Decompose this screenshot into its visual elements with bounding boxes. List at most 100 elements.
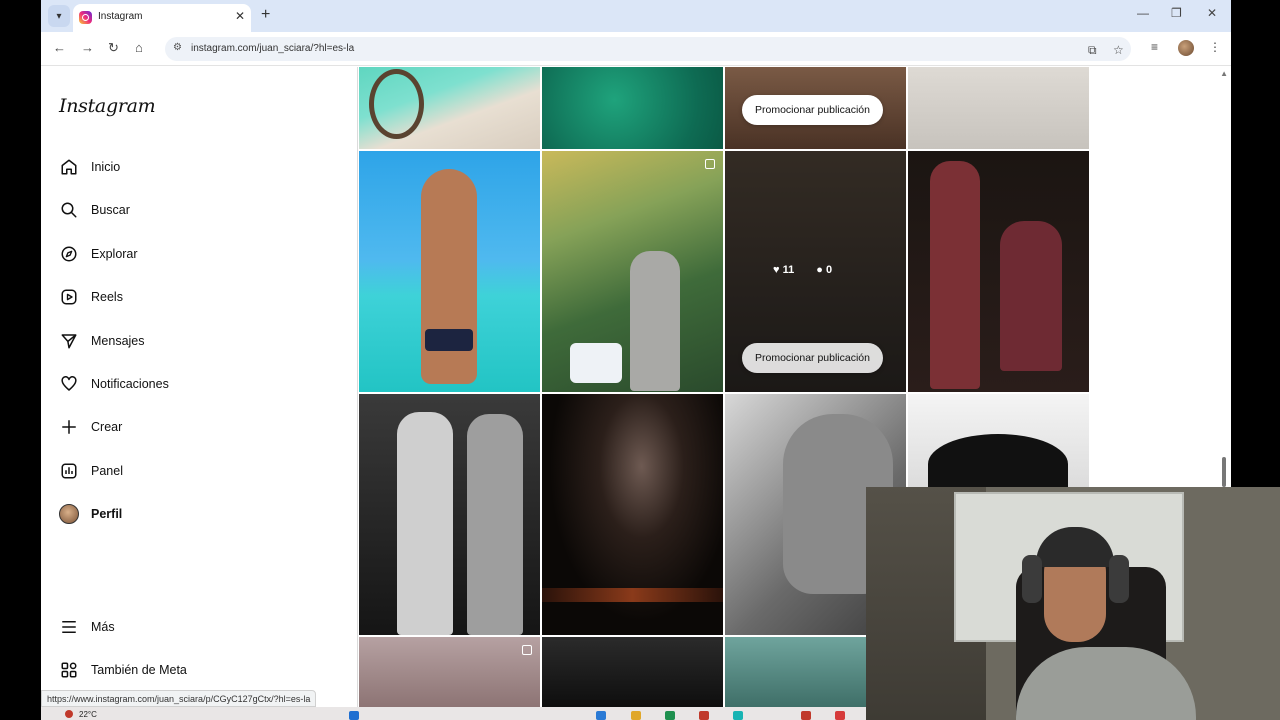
- restore-icon[interactable]: ❐: [1171, 6, 1182, 20]
- sidebar-item-panel[interactable]: Panel: [59, 456, 123, 486]
- instagram-favicon-icon: [79, 11, 92, 24]
- hair-shape: [928, 434, 1068, 488]
- address-bar[interactable]: ⚙ instagram.com/juan_sciara/?hl=es-la ⧉ …: [165, 37, 1131, 61]
- post-thumbnail[interactable]: [542, 394, 723, 635]
- webcam-headphone-left: [1022, 555, 1042, 603]
- post-thumbnail[interactable]: [359, 67, 540, 149]
- likes-count: 11: [782, 264, 795, 276]
- sidebar-item-inicio[interactable]: Inicio: [59, 152, 120, 182]
- browser-profile-avatar[interactable]: [1178, 40, 1194, 56]
- sidebar-item-reels[interactable]: Reels: [59, 282, 123, 312]
- site-info-icon[interactable]: ⚙: [173, 42, 182, 53]
- sidebar-item-crear[interactable]: Crear: [59, 412, 122, 442]
- scrollbar-thumb[interactable]: [1222, 457, 1226, 487]
- plus-icon: [59, 417, 79, 437]
- scroll-up-icon[interactable]: ▲: [1220, 69, 1228, 78]
- post-thumbnail-hovered[interactable]: ♥ 11 ● 0 Promocionar publicación: [725, 151, 906, 392]
- instagram-logo[interactable]: Instagram: [59, 95, 156, 117]
- stage-light-shape: [542, 588, 723, 602]
- install-app-icon[interactable]: ⧉: [1088, 43, 1097, 58]
- home-icon: [59, 157, 79, 177]
- swimwear-shape: [425, 329, 473, 351]
- taskbar-app-icon[interactable]: [665, 711, 675, 720]
- profile-avatar: [59, 504, 79, 524]
- home-button-icon[interactable]: ⌂: [135, 40, 143, 55]
- minimize-icon[interactable]: —: [1137, 6, 1149, 20]
- person-shape: [930, 161, 980, 389]
- sidebar-item-mensajes[interactable]: Mensajes: [59, 326, 145, 356]
- browser-menu-icon[interactable]: ⋮: [1209, 40, 1221, 54]
- taskbar-app-icon[interactable]: [733, 711, 743, 720]
- taskbar-app-icon[interactable]: [835, 711, 845, 720]
- sidebar-item-label: Crear: [91, 420, 123, 434]
- folder-icon[interactable]: [631, 711, 641, 720]
- taskbar-app-icon[interactable]: [801, 711, 811, 720]
- person-shape: [467, 414, 523, 635]
- post-thumbnail[interactable]: [542, 67, 723, 149]
- sidebar-item-label: Notificaciones: [91, 377, 169, 391]
- person-shape: [630, 251, 680, 391]
- close-tab-icon[interactable]: ✕: [235, 9, 245, 23]
- post-thumbnail[interactable]: [542, 151, 723, 392]
- post-thumbnail[interactable]: [359, 637, 540, 707]
- multi-post-icon: [522, 645, 532, 655]
- sidebar: Instagram Inicio Buscar Explorar Reels M…: [41, 67, 358, 707]
- promote-post-button[interactable]: Promocionar publicación: [742, 343, 883, 373]
- meta-apps-icon: [59, 660, 79, 680]
- tab-title: Instagram: [98, 11, 143, 22]
- comments-stat: ● 0: [816, 264, 833, 276]
- reels-icon: [59, 287, 79, 307]
- post-stats: ♥ 11 ● 0: [773, 264, 832, 276]
- taskbar-app-icon[interactable]: [699, 711, 709, 720]
- back-icon[interactable]: ←: [53, 40, 66, 55]
- post-thumbnail[interactable]: [359, 151, 540, 392]
- post-thumbnail[interactable]: [908, 394, 1089, 488]
- weather-icon: [65, 710, 73, 718]
- browser-toolbar: ← → ↻ ⌂ ⚙ instagram.com/juan_sciara/?hl=…: [41, 32, 1231, 66]
- taskbar-app-icon[interactable]: [596, 711, 606, 720]
- messages-icon: [59, 331, 79, 351]
- post-thumbnail[interactable]: [542, 637, 723, 707]
- post-thumbnail[interactable]: [359, 394, 540, 635]
- weather-temperature[interactable]: 22°C: [79, 710, 97, 719]
- post-thumbnail[interactable]: [908, 151, 1089, 392]
- profile-avatar-wrap: [59, 504, 79, 524]
- dashboard-icon: [59, 461, 79, 481]
- sidebar-item-explorar[interactable]: Explorar: [59, 239, 138, 269]
- start-icon[interactable]: [349, 711, 359, 720]
- sidebar-item-mas[interactable]: Más: [59, 612, 115, 642]
- sidebar-item-label: Reels: [91, 290, 123, 304]
- webcam-overlay: [866, 487, 1280, 720]
- webcam-headphone-right: [1109, 555, 1129, 603]
- sidebar-item-buscar[interactable]: Buscar: [59, 195, 130, 225]
- media-controls-icon[interactable]: ≡: [1151, 40, 1158, 54]
- sidebar-item-label: Panel: [91, 464, 123, 478]
- likes-stat: ♥ 11: [773, 264, 795, 276]
- screen: ▾ Instagram ✕ + — ❐ ✕ ← → ↻ ⌂ ⚙ instagra…: [0, 0, 1280, 720]
- heart-icon: [59, 374, 79, 394]
- basket-shape: [570, 343, 622, 383]
- person-shape: [1000, 221, 1062, 371]
- forward-icon[interactable]: →: [81, 40, 94, 55]
- tab-instagram[interactable]: Instagram ✕: [73, 4, 251, 32]
- close-window-icon[interactable]: ✕: [1207, 6, 1217, 20]
- sidebar-item-label: Más: [91, 620, 115, 634]
- new-tab-button[interactable]: +: [261, 6, 270, 24]
- search-icon: [59, 200, 79, 220]
- promote-post-button[interactable]: Promocionar publicación: [742, 95, 883, 125]
- tab-strip: ▾ Instagram ✕ + — ❐ ✕: [41, 0, 1231, 32]
- bookmark-star-icon[interactable]: ☆: [1113, 43, 1124, 57]
- post-thumbnail[interactable]: [908, 67, 1089, 149]
- sidebar-item-label: Inicio: [91, 160, 121, 174]
- sidebar-item-notificaciones[interactable]: Notificaciones: [59, 369, 169, 399]
- sidebar-item-perfil[interactable]: Perfil: [59, 499, 122, 529]
- post-thumbnail[interactable]: Promocionar publicación: [725, 67, 906, 149]
- person-shape: [397, 412, 453, 635]
- tab-search-button[interactable]: ▾: [48, 5, 70, 27]
- sidebar-item-label: También de Meta: [91, 663, 187, 677]
- address-url: instagram.com/juan_sciara/?hl=es-la: [191, 43, 355, 54]
- sidebar-item-tambien-de-meta[interactable]: También de Meta: [59, 655, 187, 685]
- compass-icon: [59, 244, 79, 264]
- sidebar-item-label: Buscar: [91, 203, 130, 217]
- reload-icon[interactable]: ↻: [108, 40, 119, 56]
